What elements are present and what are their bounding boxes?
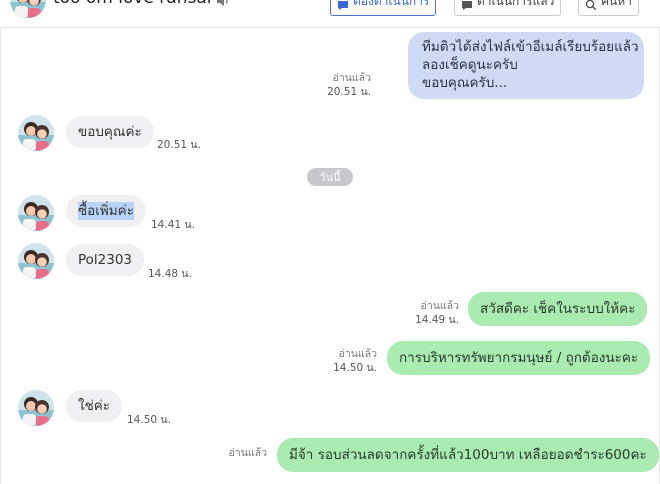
message-meta: อ่านแล้ว 14.49 น.: [415, 299, 459, 327]
message-line: ขอบคุณครับ...: [422, 75, 508, 91]
search-button-label: ค้นหา: [601, 0, 632, 8]
speaker-icon[interactable]: [216, 0, 230, 7]
done-button[interactable]: ดำเนินการแล้ว: [454, 0, 562, 16]
message-time: 14.48 น.: [148, 268, 192, 280]
message-time: 20.51 น.: [327, 86, 371, 98]
contact-name[interactable]: too om love ransai: [53, 0, 211, 8]
message-bubble-outgoing[interactable]: ทีมติวได้ส่งไฟล์เข้าอีเมล์เรียบร้อยแล้ว …: [408, 32, 644, 99]
message-bubble-incoming[interactable]: ซื้อเพิ่มค่ะ: [66, 195, 146, 227]
message-text: สวัสดีคะ เช็คในระบบให้คะ: [480, 301, 636, 317]
search-button[interactable]: ค้นหา: [578, 0, 639, 16]
chat-area[interactable]: อ่านแล้ว 20.51 น. ทีมติวได้ส่งไฟล์เข้าอี…: [0, 28, 660, 484]
message-line: ลองเช็คดูนะครับ: [422, 57, 518, 73]
message-time: 20.51 น.: [157, 139, 201, 151]
read-status: อ่านแล้ว: [420, 300, 459, 312]
message-time: 14.50 น.: [127, 414, 171, 426]
message-time: 14.49 น.: [415, 314, 459, 326]
contact-avatar[interactable]: [18, 115, 54, 151]
chat-header: too om love ransai ต้องดำเนินการ ดำเนินก…: [0, 0, 660, 28]
message-meta: อ่านแล้ว 20.51 น.: [327, 71, 371, 99]
message-text: ใช่ค่ะ: [78, 398, 111, 414]
message-meta: อ่านแล้ว: [229, 446, 267, 460]
read-status: อ่านแล้ว: [228, 447, 267, 459]
message-bubble-outgoing[interactable]: มีจ้า รอบส่วนลดจากครั้งที่แล้ว100บาท เหล…: [277, 438, 659, 472]
contact-avatar[interactable]: [18, 243, 54, 279]
message-time: 14.50 น.: [333, 362, 377, 374]
pending-button-label: ต้องดำเนินการ: [353, 0, 430, 8]
message-text-selected: ซื้อเพิ่มค่ะ: [78, 202, 134, 220]
message-bubble-incoming[interactable]: ขอบคุณค่ะ: [66, 116, 154, 148]
message-bubble-incoming[interactable]: ใช่ค่ะ: [66, 390, 123, 422]
message-bubble-outgoing[interactable]: การบริหารทรัพยากรมนุษย์ / ถูกต้องนะคะ: [387, 341, 651, 375]
message-bubble-incoming[interactable]: Pol2303: [66, 244, 145, 276]
message-line: ทีมติวได้ส่งไฟล์เข้าอีเมล์เรียบร้อยแล้ว: [422, 39, 639, 55]
date-divider: วันนี้: [307, 168, 353, 186]
done-button-label: ดำเนินการแล้ว: [477, 0, 555, 8]
message-text: ขอบคุณค่ะ: [78, 124, 142, 140]
message-meta: อ่านแล้ว 14.50 น.: [333, 347, 377, 375]
message-text: มีจ้า รอบส่วนลดจากครั้งที่แล้ว100บาท เหล…: [289, 447, 647, 463]
speech-bubble-icon: [462, 1, 472, 10]
message-text: การบริหารทรัพยากรมนุษย์ / ถูกต้องนะคะ: [399, 350, 639, 366]
message-time: 14.41 น.: [151, 219, 195, 231]
search-icon: [585, 0, 597, 11]
speech-bubble-icon: [338, 1, 348, 10]
contact-avatar[interactable]: [10, 0, 46, 18]
message-text: Pol2303: [78, 252, 133, 268]
pending-button[interactable]: ต้องดำเนินการ: [330, 0, 437, 16]
contact-avatar[interactable]: [18, 195, 54, 231]
message-bubble-outgoing[interactable]: สวัสดีคะ เช็คในระบบให้คะ: [468, 292, 648, 326]
read-status: อ่านแล้ว: [332, 72, 371, 84]
contact-avatar[interactable]: [18, 390, 54, 426]
read-status: อ่านแล้ว: [338, 348, 377, 360]
